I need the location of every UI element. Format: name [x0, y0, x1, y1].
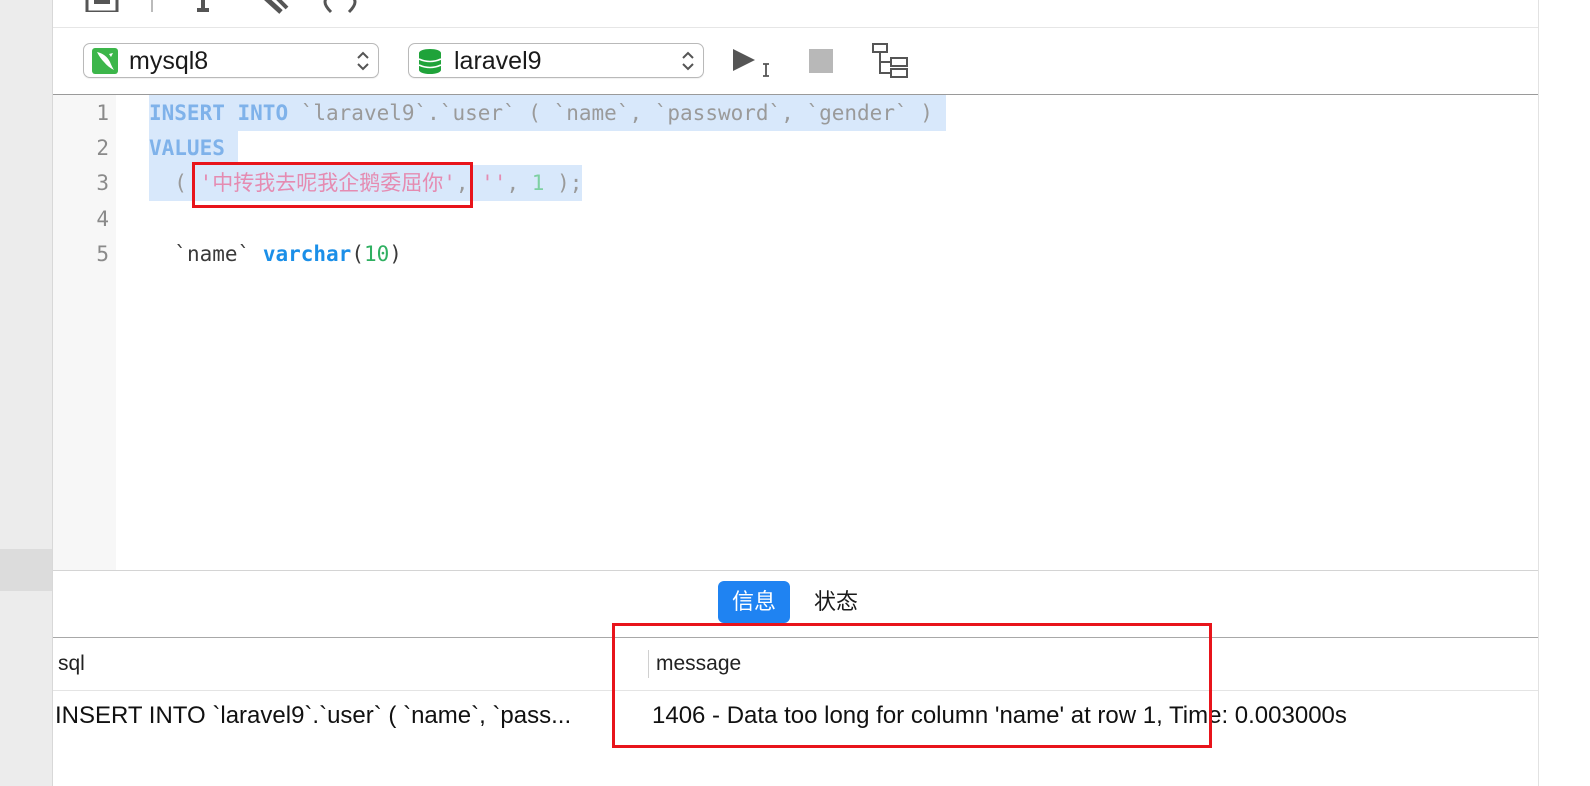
- tab-status[interactable]: 状态: [800, 581, 872, 623]
- line-number: 4: [96, 207, 109, 231]
- stop-icon[interactable]: [809, 44, 833, 78]
- code-text: (: [351, 242, 364, 266]
- code-text: );: [544, 171, 583, 195]
- toolbar-divider: [151, 0, 153, 12]
- column-name: `name`: [174, 242, 263, 266]
- database-select[interactable]: laravel9: [408, 43, 704, 78]
- tab-info[interactable]: 信息: [718, 581, 791, 623]
- connection-select-value: mysql8: [129, 47, 209, 75]
- code-line-5: `name` varchar(10): [149, 236, 402, 272]
- save-icon[interactable]: [85, 0, 119, 12]
- database-icon: [418, 49, 442, 74]
- query-toolbar: mysql8 laravel9: [53, 28, 1538, 95]
- chevron-up-down-icon: [682, 51, 694, 71]
- top-icon-bar: [53, 0, 1538, 28]
- annotation-box-string: [192, 162, 473, 208]
- connection-select[interactable]: mysql8: [83, 43, 379, 78]
- explain-tree-icon[interactable]: [871, 42, 911, 80]
- code-text: ,: [506, 171, 532, 195]
- right-panel-edge: [1538, 0, 1590, 786]
- keyword-values: VALUES: [149, 136, 225, 160]
- type-length: 10: [363, 242, 390, 266]
- annotation-box-message: [612, 623, 1212, 748]
- code-text: ): [389, 242, 402, 266]
- chevron-up-down-icon: [357, 51, 369, 71]
- code-text: `laravel9`.`user` ( `name`, `password`, …: [288, 101, 946, 125]
- run-play-icon[interactable]: [731, 44, 777, 78]
- line-number: 1: [96, 101, 109, 125]
- string-literal-password: '': [481, 171, 507, 195]
- code-line-2: VALUES: [149, 130, 238, 166]
- keyword-into: INTO: [237, 101, 289, 125]
- sidebar-selected-item[interactable]: [0, 549, 52, 591]
- line-number: 3: [96, 171, 109, 195]
- code-braces-icon[interactable]: [323, 0, 357, 14]
- type-keyword: varchar: [262, 242, 352, 266]
- cell-sql: INSERT INTO `laravel9`.`user` ( `name`, …: [55, 702, 572, 729]
- column-header-sql[interactable]: sql: [58, 638, 85, 690]
- line-number-gutter: 1 2 3 4 5: [53, 95, 116, 570]
- keyword-insert: INSERT: [149, 101, 225, 125]
- left-sidebar-edge: [0, 0, 53, 786]
- line-number: 5: [96, 242, 109, 266]
- number-literal-gender: 1: [531, 171, 545, 195]
- query-window: mysql8 laravel9 1 2 3 4 5 INSERT INTO `l…: [53, 0, 1538, 786]
- format-icon[interactable]: [195, 0, 211, 14]
- mysql-dolphin-icon: [92, 48, 118, 74]
- tools-icon[interactable]: [255, 0, 291, 16]
- line-number: 2: [96, 136, 109, 160]
- database-select-value: laravel9: [454, 47, 542, 75]
- code-line-1: INSERT INTO `laravel9`.`user` ( `name`, …: [149, 95, 946, 131]
